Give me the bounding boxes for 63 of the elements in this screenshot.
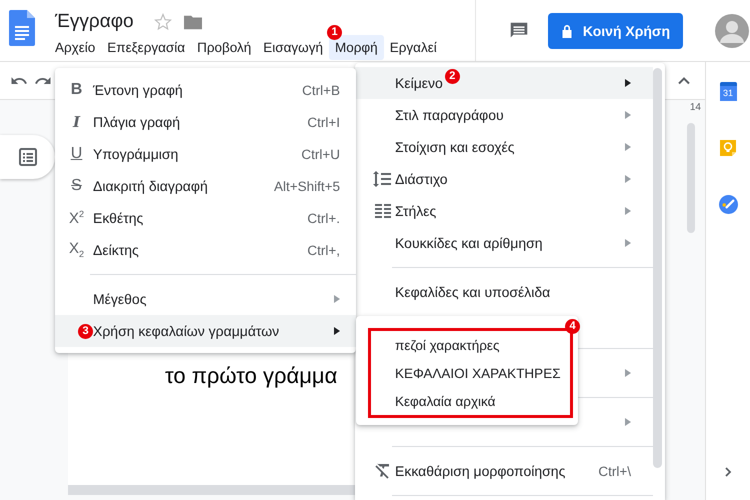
menu-item[interactable]: U Υπογράμμιση Ctrl+U bbox=[55, 138, 356, 170]
share-button[interactable]: Κοινή Χρήση bbox=[548, 12, 683, 48]
submenu-arrow-icon[interactable] bbox=[625, 79, 631, 87]
menu-item[interactable]: Στιλ παραγράφου bbox=[355, 99, 653, 131]
avatar-icon[interactable] bbox=[715, 14, 749, 48]
menu-tab[interactable]: Προβολή bbox=[191, 35, 258, 60]
document-text: το πρώτο γράμμα bbox=[165, 363, 338, 388]
folder-icon[interactable] bbox=[184, 14, 202, 30]
shortcut-label: Ctrl+, bbox=[307, 242, 340, 258]
menu-item[interactable]: Μέγεθος bbox=[55, 283, 356, 315]
shortcut-label: Ctrl+U bbox=[301, 146, 340, 162]
menu-tab[interactable]: Αρχείο bbox=[49, 35, 102, 60]
shortcut-label: Ctrl+. bbox=[307, 210, 340, 226]
shortcut-label: Ctrl+\ bbox=[598, 464, 631, 478]
ruler-number: 14 bbox=[690, 102, 701, 113]
menu-tab[interactable]: Εισαγωγή bbox=[257, 35, 329, 60]
menu-item[interactable]: Κεφαλίδες και υποσέλιδα bbox=[355, 276, 653, 308]
step-badge: 2 bbox=[444, 68, 460, 84]
shortcut-label: Ctrl+I bbox=[307, 114, 340, 130]
menu-item[interactable]: ΚΕΦΑΛΑΙΟΙ ΧΑΡΑΚΤΗΡΕΣ bbox=[371, 359, 570, 387]
step-badge: 3 bbox=[78, 324, 93, 338]
columns-icon bbox=[375, 204, 391, 218]
lock-icon bbox=[560, 24, 573, 38]
menu-item[interactable]: Διάστιχο bbox=[355, 163, 653, 195]
document-title[interactable]: Έγγραφο bbox=[55, 11, 134, 33]
menu-item[interactable]: X$^{2}$ Εκθέτης Ctrl+. bbox=[55, 202, 356, 234]
menu-item[interactable]: I Πλάγια γραφή Ctrl+I bbox=[55, 106, 356, 138]
bold-icon: B bbox=[70, 82, 82, 98]
document-icon[interactable] bbox=[8, 10, 34, 46]
shortcut-label: Alt+Shift+5 bbox=[274, 178, 340, 194]
menu-item[interactable]: Κείμενο 2 bbox=[355, 67, 653, 99]
menu-tab[interactable]: Εργαλεί bbox=[384, 35, 443, 60]
menu-tab[interactable]: Μορφή bbox=[329, 35, 384, 60]
step-badge: 4 bbox=[565, 319, 580, 334]
checkmark-icon[interactable] bbox=[718, 195, 738, 214]
clear-format-icon bbox=[375, 463, 391, 479]
submenu-arrow-icon[interactable] bbox=[334, 327, 340, 335]
menu-item[interactable]: Κεφαλαία αρχικά bbox=[371, 387, 570, 415]
menu-item[interactable]: Εκκαθάριση μορφοποίησης Ctrl+\ bbox=[355, 455, 653, 487]
subscript-icon: X$_{2}$ bbox=[68, 241, 84, 259]
menu-item[interactable]: Στήλες bbox=[355, 195, 653, 227]
menu-item[interactable]: Στοίχιση και εσοχές bbox=[355, 131, 653, 163]
outline-icon bbox=[18, 148, 36, 166]
menu-item[interactable]: πεζοί χαρακτήρες bbox=[371, 331, 558, 359]
menu-item[interactable]: X$_{2}$ Δείκτης Ctrl+, bbox=[55, 234, 356, 266]
vertical-scrollbar[interactable] bbox=[686, 123, 694, 233]
menu-item[interactable]: Κουκκίδες και αρίθμηση bbox=[355, 227, 653, 259]
strikethrough-icon: S bbox=[71, 178, 82, 194]
underline-icon: U bbox=[70, 146, 82, 162]
star-icon[interactable] bbox=[154, 13, 172, 31]
line-spacing-icon bbox=[373, 171, 391, 187]
outline-button[interactable] bbox=[0, 135, 55, 179]
horizontal-scrollbar[interactable] bbox=[68, 485, 355, 495]
lightbulb-icon[interactable] bbox=[719, 139, 737, 157]
menu-tab[interactable]: Επεξεργασία bbox=[101, 35, 192, 60]
menu-item[interactable]: S Διακριτή διαγραφή Alt+Shift+5 bbox=[55, 170, 356, 202]
italic-icon: I bbox=[72, 114, 80, 130]
shortcut-label: Ctrl+B bbox=[302, 82, 340, 98]
step-badge: 1 bbox=[327, 25, 342, 40]
menu-item[interactable]: 3 Χρήση κεφαλαίων γραμμάτων bbox=[55, 315, 356, 347]
menu-item[interactable]: B Έντονη γραφή Ctrl+B bbox=[55, 74, 356, 106]
scrollbar-thumb[interactable] bbox=[653, 68, 662, 468]
superscript-icon: X$^{2}$ bbox=[68, 210, 84, 226]
